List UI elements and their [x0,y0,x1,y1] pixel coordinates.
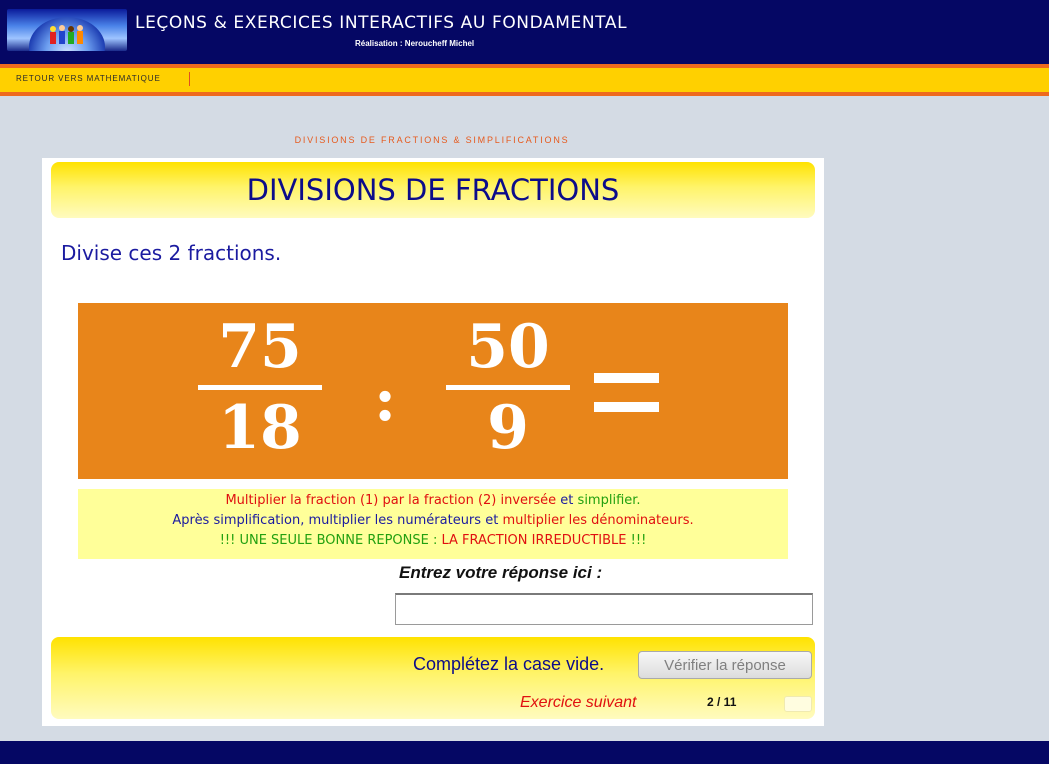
fraction-2-denominator: 9 [487,393,529,463]
fraction-bar [198,385,322,390]
fraction-2: 50 9 [446,315,570,460]
hint-text: !!! UNE SEULE BONNE REPONSE : [219,533,442,548]
fraction-1-denominator: 18 [218,393,302,463]
fraction-2-numerator: 50 [466,312,550,382]
equals-sign-bottom [594,402,659,412]
verify-answer-button[interactable]: Vérifier la réponse [638,651,812,679]
hint-text: Après simplification, multiplier les num… [172,513,482,528]
answer-prompt: Entrez votre réponse ici : [399,563,603,582]
site-subtitle: Réalisation : Neroucheff Michel [355,39,475,48]
fraction-display: 75 18 : 50 9 [78,303,788,479]
instruction-text: Divise ces 2 fractions. [61,241,282,265]
page-footer-band [0,741,1049,764]
hint-text: multiplier les dénominateurs. [502,513,694,528]
page-title: DIVISIONS DE FRACTIONS [246,173,620,207]
nav-divider [0,92,1049,96]
next-exercise-label: Exercice suivant [520,694,637,711]
title-bar: DIVISIONS DE FRACTIONS [51,162,815,218]
footer-bar: Complétez la case vide. Vérifier la répo… [51,637,815,719]
breadcrumb: DIVISIONS DE FRACTIONS & SIMPLIFICATIONS [294,135,570,145]
hint-text: simplifier. [577,493,641,508]
back-to-math-link[interactable]: RETOUR VERS MATHEMATIQUE [16,74,161,83]
hint-text: et [481,513,503,528]
answer-input[interactable] [395,593,813,625]
exercise-counter: 2 / 11 [707,695,737,709]
hint-text: et [556,493,578,508]
fraction-1-numerator: 75 [218,312,302,382]
hint-text: LA FRACTION IRREDUCTIBLE [441,533,627,548]
hint-text: Multiplier la fraction (1) par la fracti… [225,493,557,508]
equals-sign-top [594,373,659,383]
nav-bar: RETOUR VERS MATHEMATIQUE [0,68,1049,92]
hint-line-3: !!! UNE SEULE BONNE REPONSE : LA FRACTIO… [78,531,788,551]
hint-line-2: Après simplification, multiplier les num… [78,511,788,531]
nav-separator [189,72,190,86]
fraction-1: 75 18 [198,315,322,460]
status-message: Complétez la case vide. [413,654,605,674]
next-exercise-button[interactable] [784,696,812,712]
hint-text: !!! [626,533,647,548]
site-title: LEÇONS & EXERCICES INTERACTIFS AU FONDAM… [135,13,628,33]
hint-box: Multiplier la fraction (1) par la fracti… [78,489,788,559]
site-header: LEÇONS & EXERCICES INTERACTIFS AU FONDAM… [0,0,1049,64]
exercise-panel: DIVISIONS DE FRACTIONS Divise ces 2 frac… [42,158,824,726]
fraction-bar [446,385,570,390]
division-operator: : [374,365,397,435]
hint-line-1: Multiplier la fraction (1) par la fracti… [78,491,788,511]
children-logo-icon [7,9,127,51]
